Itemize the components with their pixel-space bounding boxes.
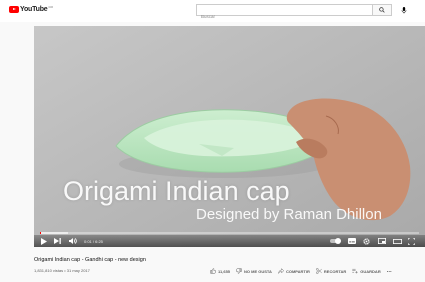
like-count: 11,655 bbox=[218, 268, 231, 274]
subtitles-icon bbox=[348, 238, 356, 244]
dislike-label: NO ME GUSTA bbox=[244, 268, 272, 274]
share-label: COMPARTIR bbox=[285, 268, 310, 274]
clip-button[interactable]: RECORTAR bbox=[316, 268, 346, 274]
action-bar: 11,655 NO ME GUSTA COMPARTIR RECORTAR GU… bbox=[210, 267, 398, 275]
play-button[interactable] bbox=[41, 237, 47, 245]
settings-icon bbox=[363, 237, 370, 245]
volume-button[interactable] bbox=[69, 237, 77, 245]
progress-bar[interactable] bbox=[40, 232, 419, 234]
mic-icon bbox=[401, 7, 406, 14]
scissors-icon bbox=[316, 268, 322, 274]
video-title: Origami Indian cap - Gandhi cap - new de… bbox=[34, 257, 146, 263]
video-overlay-subtitle: Designed by Raman Dhillon bbox=[196, 206, 382, 223]
search-icon bbox=[379, 7, 385, 13]
play-icon bbox=[41, 237, 47, 245]
search-box[interactable] bbox=[196, 4, 373, 22]
video-meta: 1,831,810 vistas • 31 may 2017 bbox=[34, 268, 90, 273]
player-controls: 0:01 / 6:25 bbox=[34, 235, 425, 247]
search-input[interactable] bbox=[197, 11, 351, 22]
miniplayer-button[interactable] bbox=[378, 237, 386, 245]
more-actions-button[interactable]: ... bbox=[387, 268, 392, 274]
settings-button[interactable] bbox=[363, 237, 370, 245]
save-button[interactable]: GUARDAR bbox=[352, 268, 381, 274]
top-bar: YouTube CO bbox=[0, 0, 425, 22]
share-icon bbox=[278, 268, 284, 274]
next-icon bbox=[54, 238, 61, 244]
volume-icon bbox=[69, 238, 77, 244]
video-player[interactable]: Origami Indian cap Designed by Raman Dhi… bbox=[34, 26, 425, 247]
like-button[interactable]: 11,655 bbox=[210, 268, 230, 274]
logo-region: CO bbox=[48, 4, 54, 9]
youtube-logo[interactable]: YouTube CO bbox=[9, 4, 54, 13]
subtitles-button[interactable] bbox=[348, 237, 356, 245]
more-icon: ... bbox=[386, 268, 392, 274]
thumbs-up-icon bbox=[210, 268, 216, 274]
fullscreen-icon bbox=[408, 237, 415, 245]
share-button[interactable]: COMPARTIR bbox=[278, 268, 310, 274]
autoplay-knob bbox=[335, 238, 341, 244]
theater-mode-button[interactable] bbox=[393, 237, 402, 245]
voice-search-button[interactable] bbox=[398, 5, 409, 16]
progress-fill bbox=[40, 232, 42, 234]
playlist-add-icon bbox=[352, 268, 358, 274]
time-text: 0:01 / 6:25 bbox=[84, 238, 103, 244]
autoplay-toggle[interactable] bbox=[330, 238, 341, 244]
theater-icon bbox=[393, 238, 402, 244]
logo-text: YouTube bbox=[20, 6, 48, 13]
time-display: 0:01 / 6:25 bbox=[84, 237, 103, 245]
clip-label: RECORTAR bbox=[323, 268, 347, 274]
dislike-button[interactable]: NO ME GUSTA bbox=[236, 268, 272, 274]
save-label: GUARDAR bbox=[360, 268, 381, 274]
thumbs-down-icon bbox=[236, 268, 242, 274]
miniplayer-icon bbox=[378, 238, 386, 244]
search-button[interactable] bbox=[373, 4, 392, 16]
next-button[interactable] bbox=[54, 237, 61, 245]
video-overlay-title: Origami Indian cap bbox=[63, 176, 290, 206]
youtube-logo-icon bbox=[9, 6, 19, 13]
fullscreen-button[interactable] bbox=[408, 237, 415, 245]
progress-buffer bbox=[40, 232, 69, 234]
